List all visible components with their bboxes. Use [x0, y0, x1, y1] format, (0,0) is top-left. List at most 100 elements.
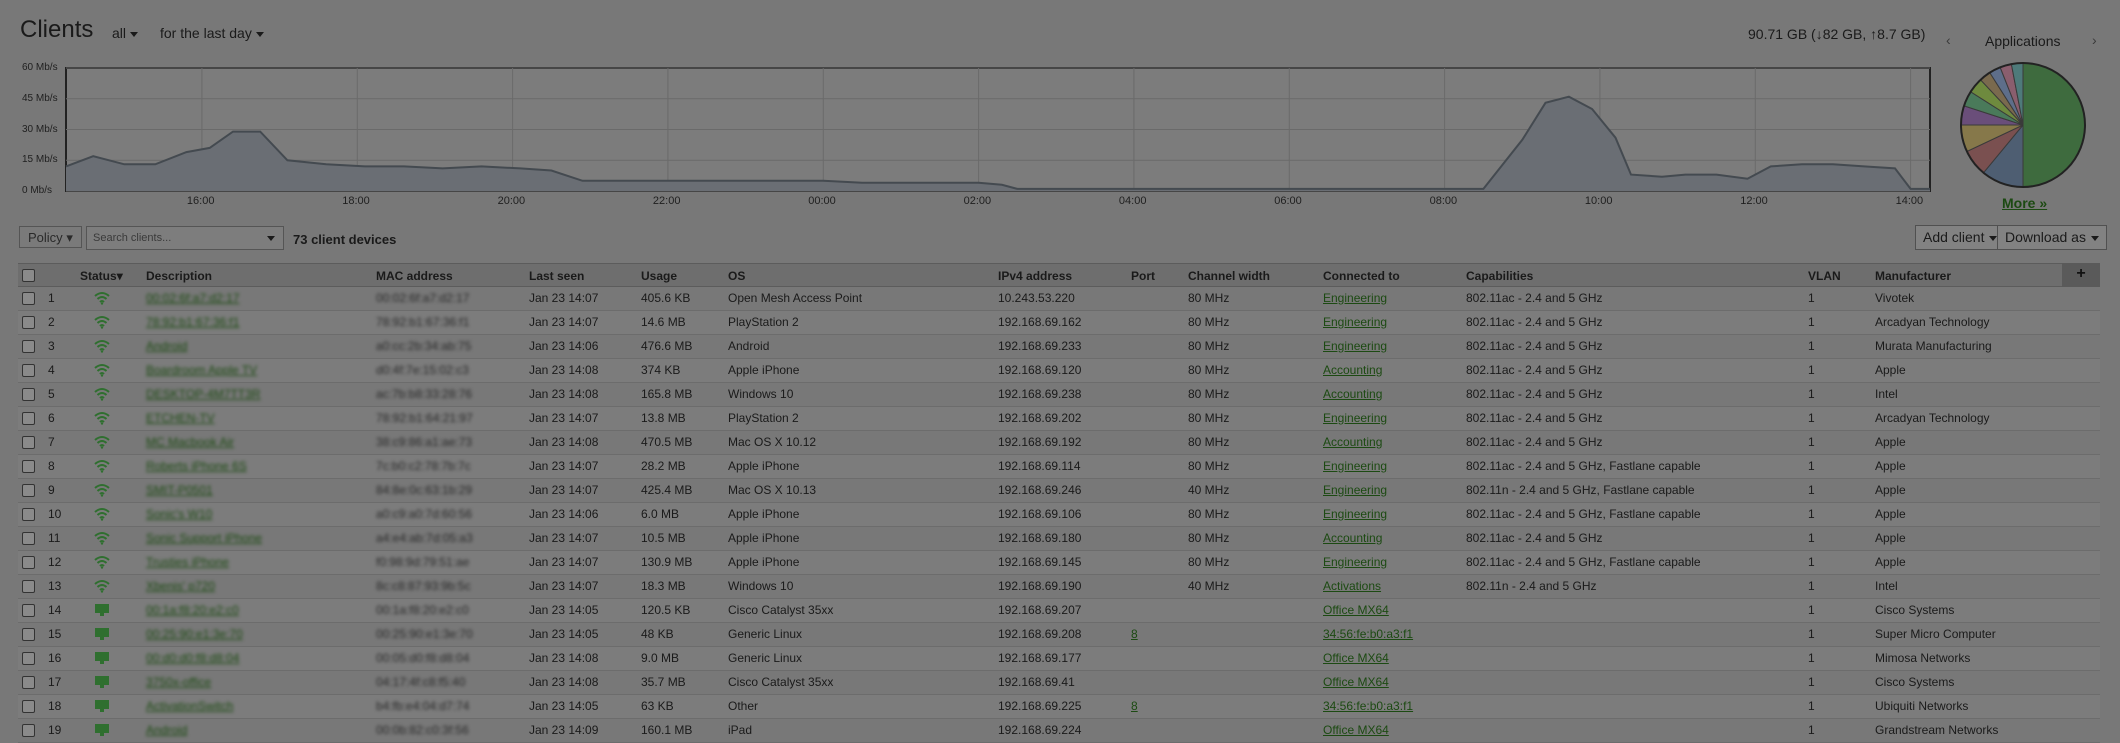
connected-to-link[interactable]: Office MX64	[1323, 603, 1389, 617]
connected-to-link[interactable]: Engineering	[1323, 459, 1387, 473]
connected-to-link[interactable]: Office MX64	[1323, 651, 1389, 665]
select-all-checkbox[interactable]	[22, 269, 35, 282]
client-description-link[interactable]: Android	[146, 723, 187, 737]
table-row[interactable]: 14 00:1a:f8:20:e2:c0 00:1a:f8:20:e2:c0 Jan …	[18, 599, 2100, 623]
table-row[interactable]: 11 Sonic Support iPhone a4:e4:ab:7d:05:a3 J…	[18, 527, 2100, 551]
connected-to-link[interactable]: 34:56:fe:b0:a3:f1	[1323, 627, 1413, 641]
client-description-link[interactable]: MC Macbook Air	[146, 435, 234, 449]
row-checkbox[interactable]	[22, 508, 35, 521]
table-row[interactable]: 10 Sonic's W10 a0:c9:a0:7d:60:56 Jan 23 14:…	[18, 503, 2100, 527]
table-row[interactable]: 1 00:02:6f:a7:d2:17 00:02:6f:a7:d2:17 Jan 2…	[18, 287, 2100, 311]
client-description-link[interactable]: Android	[146, 339, 187, 353]
connected-to-link[interactable]: Accounting	[1323, 363, 1382, 377]
client-description-link[interactable]: 00:1a:f8:20:e2:c0	[146, 603, 239, 617]
client-description-link[interactable]: 3750x-office	[146, 675, 211, 689]
column-usage[interactable]: Usage	[641, 269, 677, 283]
client-description-link[interactable]: DESKTOP-4M7TT3R	[146, 387, 260, 401]
row-checkbox[interactable]	[22, 700, 35, 713]
client-description-link[interactable]: ActivationSwitch	[146, 699, 233, 713]
column-vlan[interactable]: VLAN	[1808, 269, 1841, 283]
column-description[interactable]: Description	[146, 269, 212, 283]
row-checkbox[interactable]	[22, 556, 35, 569]
table-row[interactable]: 12 Trusties iPhone f0:98:9d:79:51:ae Jan 23…	[18, 551, 2100, 575]
column-os[interactable]: OS	[728, 269, 745, 283]
client-description-link[interactable]: Sonic's W10	[146, 507, 212, 521]
row-checkbox[interactable]	[22, 532, 35, 545]
table-row[interactable]: 2 78:92:b1:67:36:f1 78:92:b1:67:36:f1 Jan 2…	[18, 311, 2100, 335]
client-description-link[interactable]: Sonic Support iPhone	[146, 531, 262, 545]
table-row[interactable]: 8 Roberts iPhone 6S 7c:b0:c2:78:7b:7c Jan 2…	[18, 455, 2100, 479]
table-row[interactable]: 16 00:d0:d0:f8:d8:04 00:05:d0:f8:d8:04 Jan …	[18, 647, 2100, 671]
row-checkbox[interactable]	[22, 628, 35, 641]
client-description-link[interactable]: SMIT-P0501	[146, 483, 213, 497]
connected-to-link[interactable]: Engineering	[1323, 315, 1387, 329]
row-checkbox[interactable]	[22, 484, 35, 497]
connected-to-link[interactable]: Engineering	[1323, 291, 1387, 305]
table-row[interactable]: 9 SMIT-P0501 84:8e:0c:63:1b:29 Jan 23 14:07…	[18, 479, 2100, 503]
connected-to-link[interactable]: Accounting	[1323, 531, 1382, 545]
column-manufacturer[interactable]: Manufacturer	[1875, 269, 1951, 283]
row-checkbox[interactable]	[22, 652, 35, 665]
row-checkbox[interactable]	[22, 436, 35, 449]
table-row[interactable]: 18 ActivationSwitch b4:fb:e4:04:d7:74 Jan 2…	[18, 695, 2100, 719]
client-description-link[interactable]: 78:92:b1:67:36:f1	[146, 315, 239, 329]
download-as-button[interactable]: Download as	[1997, 225, 2107, 250]
row-checkbox[interactable]	[22, 676, 35, 689]
column-port[interactable]: Port	[1131, 269, 1155, 283]
more-applications-link[interactable]: More »	[2002, 195, 2047, 211]
table-row[interactable]: 13 Xbenis' p720 8c:c8:87:93:9b:5c Jan 23 14…	[18, 575, 2100, 599]
connected-to-link[interactable]: Engineering	[1323, 483, 1387, 497]
row-checkbox[interactable]	[22, 460, 35, 473]
table-row[interactable]: 3 Android a0:cc:2b:34:ab:75 Jan 23 14:06 476…	[18, 335, 2100, 359]
add-client-button[interactable]: Add client	[1915, 225, 2006, 250]
search-input[interactable]: Search clients...	[86, 226, 284, 250]
table-row[interactable]: 4 Boardroom Apple TV d0:4f:7e:15:02:c3 Jan …	[18, 359, 2100, 383]
row-checkbox[interactable]	[22, 412, 35, 425]
row-checkbox[interactable]	[22, 364, 35, 377]
column-status[interactable]: Status▾	[80, 269, 123, 283]
column-capabilities[interactable]: Capabilities	[1466, 269, 1533, 283]
port-link[interactable]: 8	[1131, 699, 1138, 713]
table-row[interactable]: 17 3750x-office 04:17:4f:c8:f5:40 Jan 23 14…	[18, 671, 2100, 695]
pie-slice[interactable]	[2022, 62, 2086, 188]
add-column-button[interactable]: +	[2062, 263, 2100, 287]
table-row[interactable]: 19 Android 00:0b:82:c0:3f:56 Jan 23 14:09 16…	[18, 719, 2100, 743]
table-row[interactable]: 7 MC Macbook Air 38:c9:86:a1:ae:73 Jan 23 1…	[18, 431, 2100, 455]
connected-to-link[interactable]: Engineering	[1323, 411, 1387, 425]
client-description-link[interactable]: 00:02:6f:a7:d2:17	[146, 291, 239, 305]
row-checkbox[interactable]	[22, 724, 35, 737]
row-checkbox[interactable]	[22, 580, 35, 593]
connected-to-link[interactable]: Engineering	[1323, 555, 1387, 569]
table-row[interactable]: 6 ETCHEN-TV 78:92:b1:64:21:97 Jan 23 14:07 1…	[18, 407, 2100, 431]
client-description-link[interactable]: 00:25:90:e1:3e:70	[146, 627, 243, 641]
row-checkbox[interactable]	[22, 292, 35, 305]
client-description-link[interactable]: 00:d0:d0:f8:d8:04	[146, 651, 239, 665]
client-description-link[interactable]: Xbenis' p720	[146, 579, 215, 593]
connected-to-link[interactable]: Accounting	[1323, 387, 1382, 401]
row-checkbox[interactable]	[22, 604, 35, 617]
column-ipv4[interactable]: IPv4 address	[998, 269, 1072, 283]
connected-to-link[interactable]: Activations	[1323, 579, 1381, 593]
connected-to-link[interactable]: Engineering	[1323, 507, 1387, 521]
row-checkbox[interactable]	[22, 316, 35, 329]
connected-to-link[interactable]: 34:56:fe:b0:a3:f1	[1323, 699, 1413, 713]
column-mac[interactable]: MAC address	[376, 269, 453, 283]
port-link[interactable]: 8	[1131, 627, 1138, 641]
client-description-link[interactable]: Boardroom Apple TV	[146, 363, 257, 377]
table-row[interactable]: 15 00:25:90:e1:3e:70 00:25:90:e1:3e:70 Jan …	[18, 623, 2100, 647]
table-row[interactable]: 5 DESKTOP-4M7TT3R ac:7b:b8:33:28:76 Jan 23 …	[18, 383, 2100, 407]
row-checkbox[interactable]	[22, 340, 35, 353]
column-last-seen[interactable]: Last seen	[529, 269, 584, 283]
column-connected-to[interactable]: Connected to	[1323, 269, 1400, 283]
column-channel-width[interactable]: Channel width	[1188, 269, 1270, 283]
connected-to-link[interactable]: Office MX64	[1323, 675, 1389, 689]
connected-to-link[interactable]: Office MX64	[1323, 723, 1389, 737]
client-description-link[interactable]: Roberts iPhone 6S	[146, 459, 247, 473]
row-checkbox[interactable]	[22, 388, 35, 401]
policy-button[interactable]: Policy ▾	[19, 226, 82, 248]
applications-pie-chart[interactable]	[1960, 62, 2086, 188]
connected-to-link[interactable]: Engineering	[1323, 339, 1387, 353]
client-description-link[interactable]: Trusties iPhone	[146, 555, 229, 569]
client-description-link[interactable]: ETCHEN-TV	[146, 411, 215, 425]
connected-to-link[interactable]: Accounting	[1323, 435, 1382, 449]
